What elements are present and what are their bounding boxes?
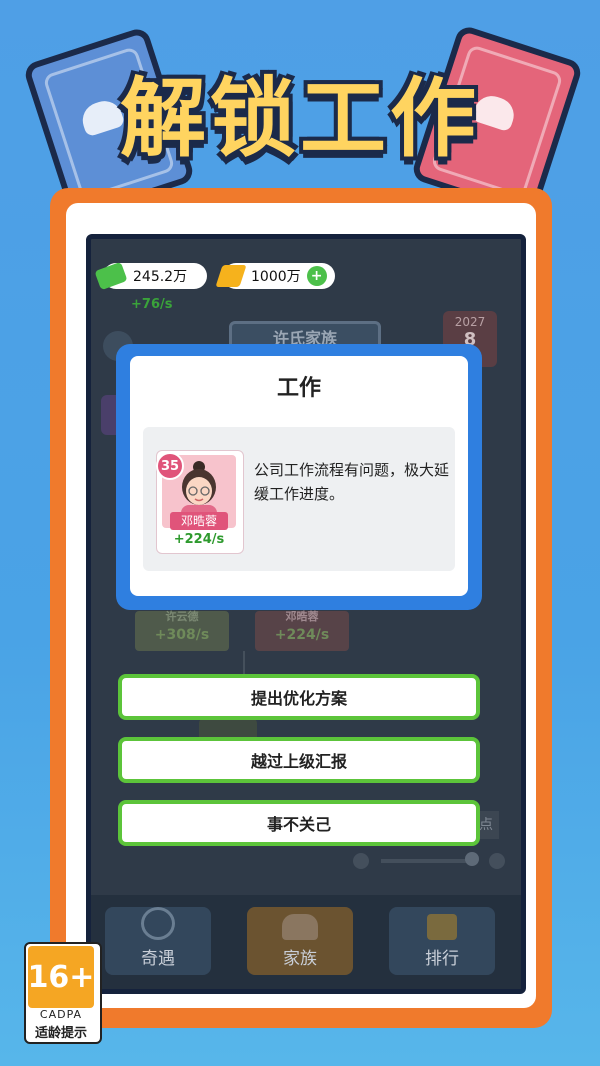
employee-card-right-name: 邓晧蓉 bbox=[285, 610, 319, 623]
compass-icon bbox=[141, 907, 175, 940]
family-icon bbox=[282, 914, 318, 940]
cash-icon bbox=[94, 261, 128, 291]
employee-card-left-name: 许云德 bbox=[165, 610, 199, 623]
tab-ranking[interactable]: 排行 bbox=[389, 907, 495, 975]
option-ignore-button[interactable]: 事不关己 bbox=[118, 800, 480, 846]
page-title: 解锁工作 bbox=[120, 69, 480, 169]
zoom-in-button[interactable] bbox=[489, 853, 505, 869]
age-rating-org: CADPA bbox=[39, 1008, 83, 1021]
zoom-handle[interactable] bbox=[465, 852, 479, 866]
employee-card-right[interactable]: 邓晧蓉 +224/s bbox=[255, 611, 349, 651]
cash-rate: +76/s bbox=[131, 297, 173, 312]
gold-value: 1000万 bbox=[251, 269, 301, 285]
add-gold-button[interactable]: + bbox=[306, 266, 327, 286]
option-report-over-boss-button[interactable]: 越过上级汇报 bbox=[118, 737, 480, 783]
tab-ranking-label: 排行 bbox=[425, 949, 459, 969]
employee-card-left[interactable]: 许云德 +308/s bbox=[135, 611, 229, 651]
employee-card-right-rate: +224/s bbox=[274, 627, 330, 643]
tab-encounter-label: 奇遇 bbox=[141, 949, 175, 969]
calendar-year: 2027 bbox=[454, 315, 486, 329]
cash-counter: 245.2万 bbox=[94, 261, 207, 291]
trophy-icon bbox=[427, 914, 457, 940]
dialog-description: 公司工作流程有问题，极大延缓工作进度。 bbox=[254, 461, 450, 503]
zoom-slider[interactable] bbox=[381, 859, 473, 863]
age-rating-value: 16+ bbox=[28, 946, 94, 1008]
employee-card-left-rate: +308/s bbox=[154, 627, 210, 643]
cash-value: 245.2万 bbox=[133, 269, 188, 285]
dialog-title: 工作 bbox=[276, 376, 321, 401]
employee-name: 邓晧蓉 bbox=[170, 512, 228, 530]
gold-counter: 1000万 + bbox=[215, 263, 335, 289]
employee-rate: +224/s bbox=[173, 532, 225, 547]
option-propose-optimization-button[interactable]: 提出优化方案 bbox=[118, 674, 480, 720]
tab-encounter[interactable]: 奇遇 bbox=[105, 907, 211, 975]
zoom-out-button[interactable] bbox=[353, 853, 369, 869]
tab-family[interactable]: 家族 bbox=[247, 907, 353, 975]
employee-level-badge: 35 bbox=[156, 452, 184, 480]
gold-bar-icon bbox=[215, 265, 247, 287]
tab-family-label: 家族 bbox=[283, 949, 317, 969]
age-rating-note: 适龄提示 bbox=[34, 1026, 87, 1041]
